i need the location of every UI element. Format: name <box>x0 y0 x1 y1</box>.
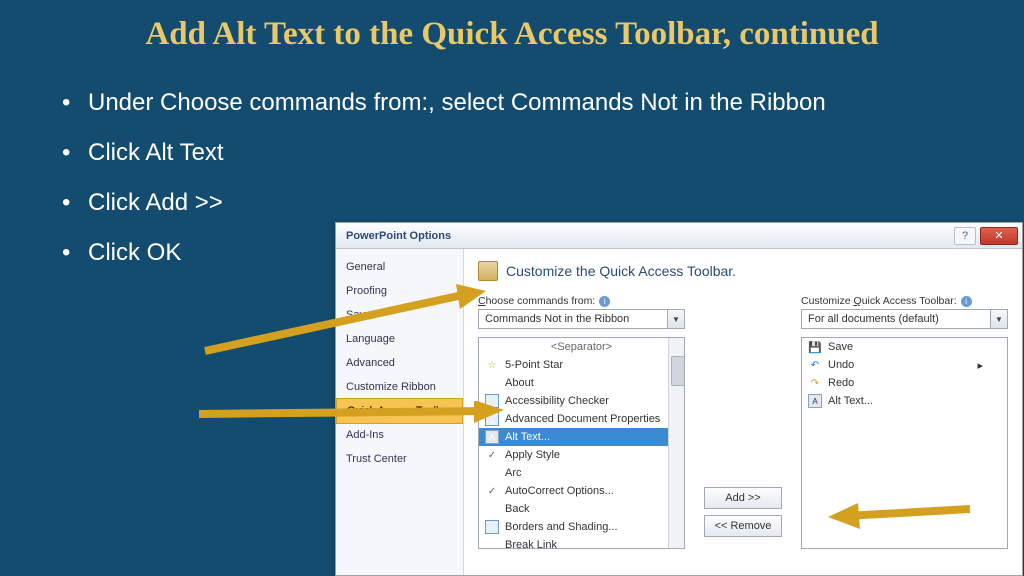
dropdown-icon[interactable]: ▼ <box>667 310 684 328</box>
bullet-item: Under Choose commands from:, select Comm… <box>62 85 1024 121</box>
list-item[interactable]: Borders and Shading... <box>479 518 684 536</box>
help-button[interactable]: ? <box>954 227 976 245</box>
gear-icon: ✓ <box>485 484 499 498</box>
toolbar-icon <box>478 261 498 281</box>
list-item-label: 5-Point Star <box>505 359 563 371</box>
list-item-label: Apply Style <box>505 449 560 461</box>
qat-listbox[interactable]: 💾 Save ↶ Undo ▸ ↷ Redo A Alt Text... <box>801 337 1008 549</box>
gear-icon: ✓ <box>485 448 499 462</box>
undo-icon: ↶ <box>808 358 822 372</box>
list-item[interactable]: Accessibility Checker <box>479 392 684 410</box>
choose-commands-label: Choose commands from: i <box>478 295 685 307</box>
submenu-arrow-icon: ▸ <box>977 359 983 372</box>
star-icon: ☆ <box>485 358 499 372</box>
blank-icon <box>485 376 499 390</box>
bullet-item: Click Alt Text <box>62 135 1024 171</box>
customize-qat-label: Customize Quick Access Toolbar: i <box>801 295 1008 307</box>
sidebar-item[interactable]: Language <box>336 327 463 351</box>
sidebar-item[interactable]: Trust Center <box>336 447 463 471</box>
list-item[interactable]: ✓ AutoCorrect Options... <box>479 482 684 500</box>
list-item-label: AutoCorrect Options... <box>505 485 614 497</box>
list-item-label: Accessibility Checker <box>505 395 609 407</box>
alt-text-icon: A <box>808 394 822 408</box>
document-icon <box>485 394 499 408</box>
slide-title: Add Alt Text to the Quick Access Toolbar… <box>0 0 1024 63</box>
sidebar-item[interactable]: Proofing <box>336 279 463 303</box>
choose-commands-combo[interactable]: Commands Not in the Ribbon ▼ <box>478 309 685 329</box>
save-icon: 💾 <box>808 340 822 354</box>
list-item-label: Alt Text... <box>828 395 873 407</box>
dialog-titlebar: PowerPoint Options ? ✕ <box>336 223 1022 249</box>
powerpoint-options-dialog: PowerPoint Options ? ✕ GeneralProofingSa… <box>335 222 1023 576</box>
dropdown-icon[interactable]: ▼ <box>990 310 1007 328</box>
blank-icon <box>485 538 499 549</box>
list-item[interactable]: Advanced Document Properties <box>479 410 684 428</box>
list-item-label: Borders and Shading... <box>505 521 618 533</box>
list-item[interactable]: Back <box>479 500 684 518</box>
close-button[interactable]: ✕ <box>980 227 1018 245</box>
list-item[interactable]: 💾 Save <box>802 338 1007 356</box>
info-icon: i <box>599 296 610 307</box>
list-item-label: <Separator> <box>551 341 612 353</box>
list-item[interactable]: <Separator> <box>479 338 684 356</box>
alt-text-icon: A <box>485 430 499 444</box>
remove-button[interactable]: << Remove <box>704 515 782 537</box>
customize-qat-combo[interactable]: For all documents (default) ▼ <box>801 309 1008 329</box>
list-item[interactable]: A Alt Text... <box>479 428 684 446</box>
list-item-label: Redo <box>828 377 854 389</box>
commands-listbox[interactable]: <Separator> ☆ 5-Point Star About Accessibili… <box>478 337 685 549</box>
list-item-label: Undo <box>828 359 854 371</box>
list-item[interactable]: About <box>479 374 684 392</box>
bullet-item: Click Add >> <box>62 185 1024 221</box>
sidebar-item[interactable]: Save <box>336 303 463 327</box>
sidebar-item[interactable]: General <box>336 255 463 279</box>
list-item-label: Break Link <box>505 539 557 549</box>
list-item-label: About <box>505 377 534 389</box>
list-item[interactable]: ↶ Undo ▸ <box>802 356 1007 374</box>
list-item-label: Alt Text... <box>505 431 550 443</box>
dialog-heading: Customize the Quick Access Toolbar. <box>478 261 1008 281</box>
list-item[interactable]: Break Link <box>479 536 684 549</box>
redo-icon: ↷ <box>808 376 822 390</box>
dialog-sidebar: GeneralProofingSaveLanguageAdvancedCusto… <box>336 249 464 575</box>
document-icon <box>485 520 499 534</box>
document-icon <box>485 412 499 426</box>
dialog-heading-text: Customize the Quick Access Toolbar. <box>506 263 736 279</box>
blank-icon <box>485 466 499 480</box>
dialog-title: PowerPoint Options <box>340 230 954 242</box>
list-item[interactable]: Arc <box>479 464 684 482</box>
scrollbar[interactable] <box>668 338 684 548</box>
blank-icon <box>485 502 499 516</box>
add-button[interactable]: Add >> <box>704 487 782 509</box>
list-item[interactable]: ☆ 5-Point Star <box>479 356 684 374</box>
sidebar-item[interactable]: Advanced <box>336 351 463 375</box>
list-item-label: Back <box>505 503 529 515</box>
sidebar-item[interactable]: Add-Ins <box>336 423 463 447</box>
list-item[interactable]: ✓ Apply Style <box>479 446 684 464</box>
list-item[interactable]: ↷ Redo <box>802 374 1007 392</box>
sidebar-item[interactable]: Customize Ribbon <box>336 375 463 399</box>
list-item-label: Save <box>828 341 853 353</box>
sidebar-item[interactable]: Quick Access Toolbar <box>336 398 463 424</box>
list-item[interactable]: A Alt Text... <box>802 392 1007 410</box>
list-item-label: Arc <box>505 467 522 479</box>
list-item-label: Advanced Document Properties <box>505 413 660 425</box>
info-icon: i <box>961 296 972 307</box>
